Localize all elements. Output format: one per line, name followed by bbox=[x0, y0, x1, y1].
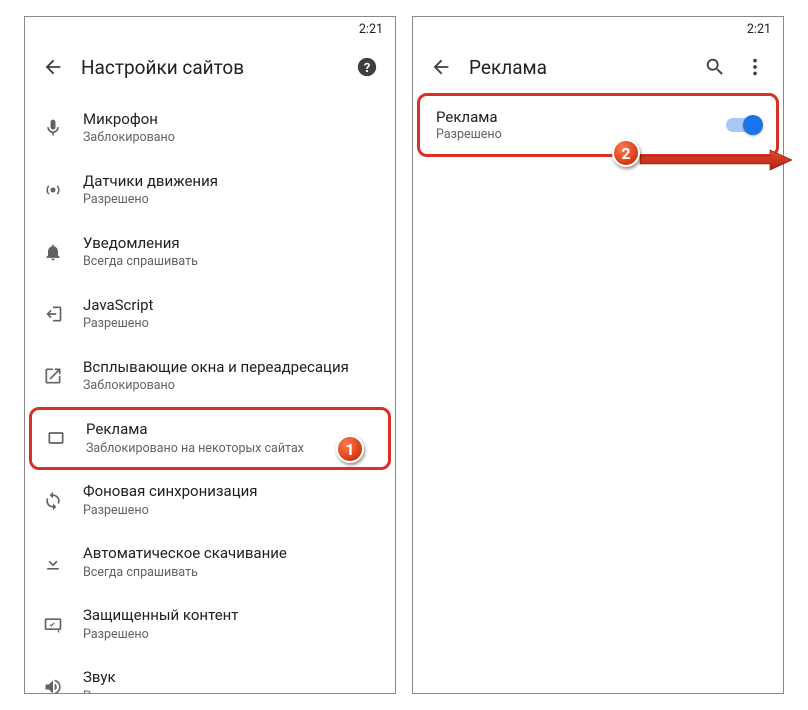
setting-label: Микрофон bbox=[83, 110, 379, 130]
setting-sub: Разрешено bbox=[83, 316, 379, 332]
setting-label: Автоматическое скачивание bbox=[83, 544, 379, 564]
setting-microphone[interactable]: МикрофонЗаблокировано bbox=[25, 97, 395, 159]
help-button[interactable] bbox=[347, 47, 387, 87]
sound-icon bbox=[43, 677, 83, 694]
setting-label: JavaScript bbox=[83, 296, 379, 316]
setting-download[interactable]: Автоматическое скачиваниеВсегда спрашива… bbox=[25, 532, 395, 594]
arrow-back-icon bbox=[430, 56, 452, 78]
status-bar: 2:21 bbox=[413, 17, 783, 41]
status-time: 2:21 bbox=[359, 22, 383, 37]
more-vert-icon bbox=[744, 56, 766, 78]
setting-label: Датчики движения bbox=[83, 172, 379, 192]
setting-label: Уведомления bbox=[83, 234, 379, 254]
page-title: Реклама bbox=[461, 56, 695, 79]
setting-sub: Всегда спрашивать bbox=[83, 565, 379, 581]
setting-motion[interactable]: Датчики движенияРазрешено bbox=[25, 159, 395, 221]
back-button[interactable] bbox=[33, 47, 73, 87]
download-icon bbox=[43, 553, 83, 573]
search-button[interactable] bbox=[695, 47, 735, 87]
ads-switch[interactable] bbox=[726, 118, 760, 132]
setting-label: Защищенный контент bbox=[83, 606, 379, 626]
page-title: Настройки сайтов bbox=[73, 56, 347, 79]
settings-list: МикрофонЗаблокировано Датчики движенияРа… bbox=[25, 93, 395, 694]
ads-icon bbox=[46, 428, 86, 448]
sync-icon bbox=[43, 491, 83, 511]
toggle-sub: Разрешено bbox=[436, 127, 726, 142]
appbar-left: Настройки сайтов bbox=[25, 41, 395, 93]
setting-sub: Разрешено bbox=[83, 627, 379, 643]
setting-sub: Разрешено bbox=[83, 503, 379, 519]
setting-protected[interactable]: Защищенный контентРазрешено bbox=[25, 594, 395, 656]
setting-sync[interactable]: Фоновая синхронизацияРазрешено bbox=[25, 470, 395, 532]
setting-label: Реклама bbox=[86, 420, 376, 440]
setting-ads[interactable]: РекламаЗаблокировано на некоторых сайтах bbox=[29, 407, 391, 470]
setting-sub: Разрешено bbox=[83, 689, 379, 694]
status-time: 2:21 bbox=[747, 22, 771, 37]
search-icon bbox=[704, 56, 726, 78]
setting-label: Звук bbox=[83, 668, 379, 688]
arrow-back-icon bbox=[42, 56, 64, 78]
setting-sub: Заблокировано bbox=[83, 378, 379, 394]
screen-ads-detail: 2:21 Реклама Реклама Разрешено bbox=[412, 16, 784, 694]
protected-icon bbox=[43, 615, 83, 635]
bell-icon bbox=[43, 242, 83, 262]
setting-notifications[interactable]: УведомленияВсегда спрашивать bbox=[25, 221, 395, 283]
setting-label: Фоновая синхронизация bbox=[83, 482, 379, 502]
toggle-label: Реклама bbox=[436, 108, 726, 126]
popup-icon bbox=[43, 366, 83, 386]
screen-site-settings: 2:21 Настройки сайтов МикрофонЗаблокиров… bbox=[24, 16, 396, 694]
setting-sub: Заблокировано bbox=[83, 130, 379, 146]
exit-icon bbox=[43, 304, 83, 324]
marker-1: 1 bbox=[336, 435, 364, 463]
setting-sound[interactable]: ЗвукРазрешено bbox=[25, 656, 395, 694]
menu-button[interactable] bbox=[735, 47, 775, 87]
arrow-icon bbox=[636, 148, 796, 172]
status-bar: 2:21 bbox=[25, 17, 395, 41]
back-button[interactable] bbox=[421, 47, 461, 87]
help-icon bbox=[356, 56, 378, 78]
marker-2: 2 bbox=[612, 139, 640, 167]
appbar-right: Реклама bbox=[413, 41, 783, 93]
setting-label: Всплывающие окна и переадресация bbox=[83, 358, 379, 378]
setting-sub: Заблокировано на некоторых сайтах bbox=[86, 441, 376, 457]
setting-popups[interactable]: Всплывающие окна и переадресацияЗаблокир… bbox=[25, 345, 395, 407]
setting-javascript[interactable]: JavaScriptРазрешено bbox=[25, 283, 395, 345]
setting-sub: Всегда спрашивать bbox=[83, 254, 379, 270]
setting-sub: Разрешено bbox=[83, 192, 379, 208]
microphone-icon bbox=[43, 118, 83, 138]
motion-icon bbox=[43, 180, 83, 200]
